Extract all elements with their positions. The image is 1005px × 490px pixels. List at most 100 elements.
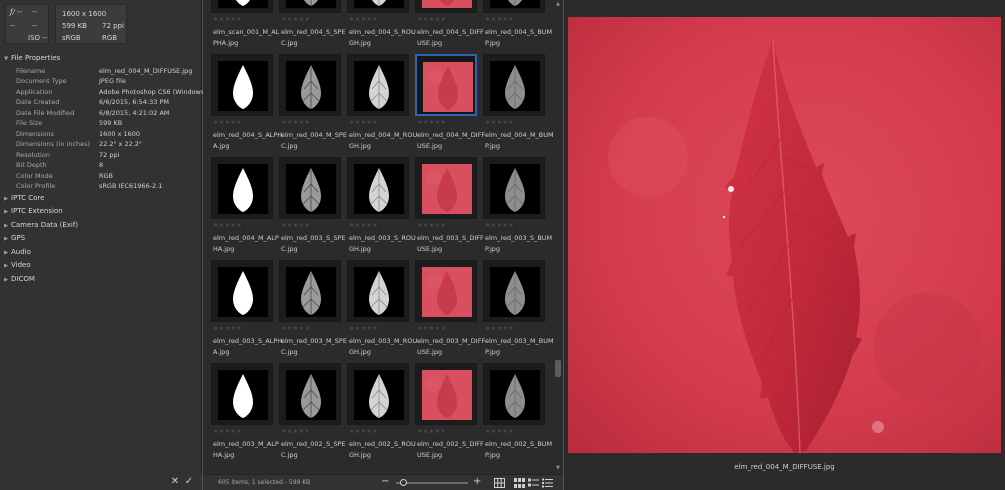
rating-stars-icon[interactable]: ★★★★★ (417, 325, 446, 332)
rating-stars-icon[interactable]: ★★★★★ (349, 428, 378, 435)
thumbnail-frame[interactable] (211, 0, 273, 13)
metadata-value[interactable]: 72 ppi (99, 150, 119, 161)
scrollbar-thumb[interactable] (555, 360, 561, 377)
thumbnail-frame[interactable] (211, 54, 273, 116)
thumbnail-filename[interactable]: elm_red_003_M_ALPHA.jpg (213, 439, 283, 461)
thumbnail-frame[interactable] (347, 157, 409, 219)
thumbnail-item[interactable]: ★★★★★ elm_red_002_S_BUMP.jpg (483, 363, 553, 467)
metadata-value[interactable]: 6/8/2015, 4:21:02 AM (99, 108, 170, 119)
thumbnail-frame[interactable] (279, 54, 341, 116)
thumbnail-frame[interactable] (279, 157, 341, 219)
thumbnail-filename[interactable]: elm_red_003_M_DIFFUSE.jpg (417, 336, 487, 358)
thumbnail-filename[interactable]: elm_red_004_M_ROUGH.jpg (349, 130, 419, 152)
thumbnail-filename[interactable]: elm_red_003_S_ALPHA.jpg (213, 336, 283, 358)
metadata-section-collapsed[interactable]: ▶ GPS (0, 232, 202, 246)
rating-stars-icon[interactable]: ★★★★★ (417, 222, 446, 229)
thumbnail-frame[interactable] (347, 54, 409, 116)
metadata-value[interactable]: 8 (99, 160, 103, 171)
thumbnail-filename[interactable]: elm_red_004_M_ALPHA.jpg (213, 233, 283, 255)
thumbnail-filename[interactable]: elm_red_002_S_BUMP.jpg (485, 439, 553, 461)
thumbnail-frame[interactable] (415, 0, 477, 13)
thumbnail-item[interactable]: ★★★★★ elm_red_002_S_DIFFUSE.jpg (415, 363, 484, 467)
thumbnail-filename[interactable]: elm_red_003_S_DIFFUSE.jpg (417, 233, 487, 255)
thumbnail-frame[interactable] (415, 54, 477, 116)
rating-stars-icon[interactable]: ★★★★★ (213, 325, 242, 332)
thumbnail-item[interactable]: ★★★★★ elm_red_004_M_DIFFUSE.jpg (415, 54, 485, 158)
thumbnail-filename[interactable]: elm_red_002_S_SPEC.jpg (281, 439, 351, 461)
rating-stars-icon[interactable]: ★★★★★ (485, 222, 514, 229)
thumbnail-filename[interactable]: elm_red_004_M_SPEC.jpg (281, 130, 351, 152)
rating-stars-icon[interactable]: ★★★★★ (485, 428, 514, 435)
thumbnail-item[interactable]: ★★★★★ elm_red_003_M_SPEC.jpg (279, 260, 347, 364)
thumbnail-filename[interactable]: elm_red_004_S_DIFFUSE.jpg (417, 27, 487, 49)
thumbnail-frame[interactable] (347, 363, 409, 425)
thumbnail-item[interactable]: ★★★★★ elm_red_004_S_ROUGH.jpg (347, 0, 416, 55)
apply-check-icon[interactable]: ✓ (183, 476, 195, 488)
thumbnail-frame[interactable] (279, 0, 341, 13)
metadata-section-collapsed[interactable]: ▶ Video (0, 259, 202, 273)
thumbnail-filename[interactable]: elm_red_003_M_ROUGH.jpg (349, 336, 419, 358)
rating-stars-icon[interactable]: ★★★★★ (281, 119, 310, 126)
thumbnail-filename[interactable]: elm_red_003_S_SPEC.jpg (281, 233, 351, 255)
metadata-section-collapsed[interactable]: ▶ DICOM (0, 273, 202, 287)
thumbnail-item[interactable]: ★★★★★ elm_red_004_M_BUMP.jpg (483, 54, 553, 158)
rating-stars-icon[interactable]: ★★★★★ (485, 325, 514, 332)
thumbnail-filename[interactable]: elm_scan_001_M_ALPHA.jpg (213, 27, 283, 49)
thumbnail-item[interactable]: ★★★★★ elm_red_003_M_ROUGH.jpg (347, 260, 417, 364)
thumbnail-item[interactable]: ★★★★★ elm_red_003_S_SPEC.jpg (279, 157, 347, 261)
rating-stars-icon[interactable]: ★★★★★ (213, 428, 242, 435)
thumbnail-frame[interactable] (483, 0, 545, 13)
thumbnail-item[interactable]: ★★★★★ elm_red_004_S_BUMP.jpg (483, 0, 552, 55)
thumbnail-filename[interactable]: elm_red_002_S_DIFFUSE.jpg (417, 439, 487, 461)
thumbnail-item[interactable]: ★★★★★ elm_red_002_S_SPEC.jpg (279, 363, 347, 467)
thumbnail-frame[interactable] (415, 157, 477, 219)
metadata-value[interactable]: 22.2" x 22.2" (99, 139, 142, 150)
thumbnail-frame[interactable] (279, 363, 341, 425)
preview-image[interactable] (568, 17, 1001, 453)
rating-stars-icon[interactable]: ★★★★★ (281, 325, 310, 332)
rating-stars-icon[interactable]: ★★★★★ (417, 428, 446, 435)
metadata-section-collapsed[interactable]: ▶ Camera Data (Exif) (0, 219, 202, 233)
rating-stars-icon[interactable]: ★★★★★ (213, 16, 242, 23)
rating-stars-icon[interactable]: ★★★★★ (281, 222, 310, 229)
metadata-value[interactable]: 1600 x 1600 (99, 129, 140, 140)
thumbnail-frame[interactable] (211, 157, 273, 219)
rating-stars-icon[interactable]: ★★★★★ (281, 428, 310, 435)
rating-stars-icon[interactable]: ★★★★★ (349, 16, 378, 23)
metadata-section-collapsed[interactable]: ▶ IPTC Core (0, 192, 202, 206)
thumbnail-filename[interactable]: elm_red_004_M_DIFFUSE.jpg (417, 130, 487, 152)
metadata-section-collapsed[interactable]: ▶ Audio (0, 246, 202, 260)
rating-stars-icon[interactable]: ★★★★★ (213, 222, 242, 229)
metadata-section-collapsed[interactable]: ▶ IPTC Extension (0, 205, 202, 219)
metadata-value[interactable]: sRGB IEC61966-2.1 (99, 181, 162, 192)
thumbnail-frame[interactable] (347, 260, 409, 322)
thumbnail-filename[interactable]: elm_red_004_M_BUMP.jpg (485, 130, 553, 152)
thumbnail-item[interactable]: ★★★★★ elm_red_002_S_ROUGH.jpg (347, 363, 416, 467)
thumbnail-item[interactable]: ★★★★★ elm_red_003_M_BUMP.jpg (483, 260, 553, 364)
zoom-out-icon[interactable]: − (381, 476, 389, 487)
thumbnail-item[interactable]: ★★★★★ elm_red_003_S_DIFFUSE.jpg (415, 157, 484, 261)
scroll-down-icon[interactable]: ▼ (555, 465, 561, 471)
thumbnail-filename[interactable]: elm_red_003_S_BUMP.jpg (485, 233, 553, 255)
thumbnail-item[interactable]: ★★★★★ elm_red_003_S_ALPHA.jpg (211, 260, 282, 364)
thumbnail-filename[interactable]: elm_red_003_S_ROUGH.jpg (349, 233, 419, 255)
scroll-up-icon[interactable]: ▲ (555, 1, 561, 7)
metadata-value[interactable]: elm_red_004_M_DIFFUSE.jpg (99, 66, 192, 77)
thumbnail-filename[interactable]: elm_red_004_S_SPEC.jpg (281, 27, 351, 49)
thumbnail-frame[interactable] (211, 363, 273, 425)
thumbnail-item[interactable]: ★★★★★ elm_red_004_S_SPEC.jpg (279, 0, 347, 55)
rating-stars-icon[interactable]: ★★★★★ (485, 16, 514, 23)
thumbnail-item[interactable]: ★★★★★ elm_red_003_S_BUMP.jpg (483, 157, 553, 261)
thumbnail-item[interactable]: ★★★★★ elm_red_004_M_ROUGH.jpg (347, 54, 417, 158)
rating-stars-icon[interactable]: ★★★★★ (485, 119, 514, 126)
rating-stars-icon[interactable]: ★★★★★ (349, 222, 378, 229)
thumbnail-item[interactable]: ★★★★★ elm_red_003_M_ALPHA.jpg (211, 363, 279, 467)
thumbnail-item[interactable]: ★★★★★ elm_red_004_S_ALPHA.jpg (211, 54, 282, 158)
thumbnail-filename[interactable]: elm_red_003_M_SPEC.jpg (281, 336, 351, 358)
thumbnail-frame[interactable] (483, 363, 545, 425)
thumbnail-frame[interactable] (211, 260, 273, 322)
thumbnail-frame[interactable] (483, 157, 545, 219)
rating-stars-icon[interactable]: ★★★★★ (349, 119, 378, 126)
grid-view-icon[interactable] (494, 478, 505, 488)
rating-stars-icon[interactable]: ★★★★★ (349, 325, 378, 332)
